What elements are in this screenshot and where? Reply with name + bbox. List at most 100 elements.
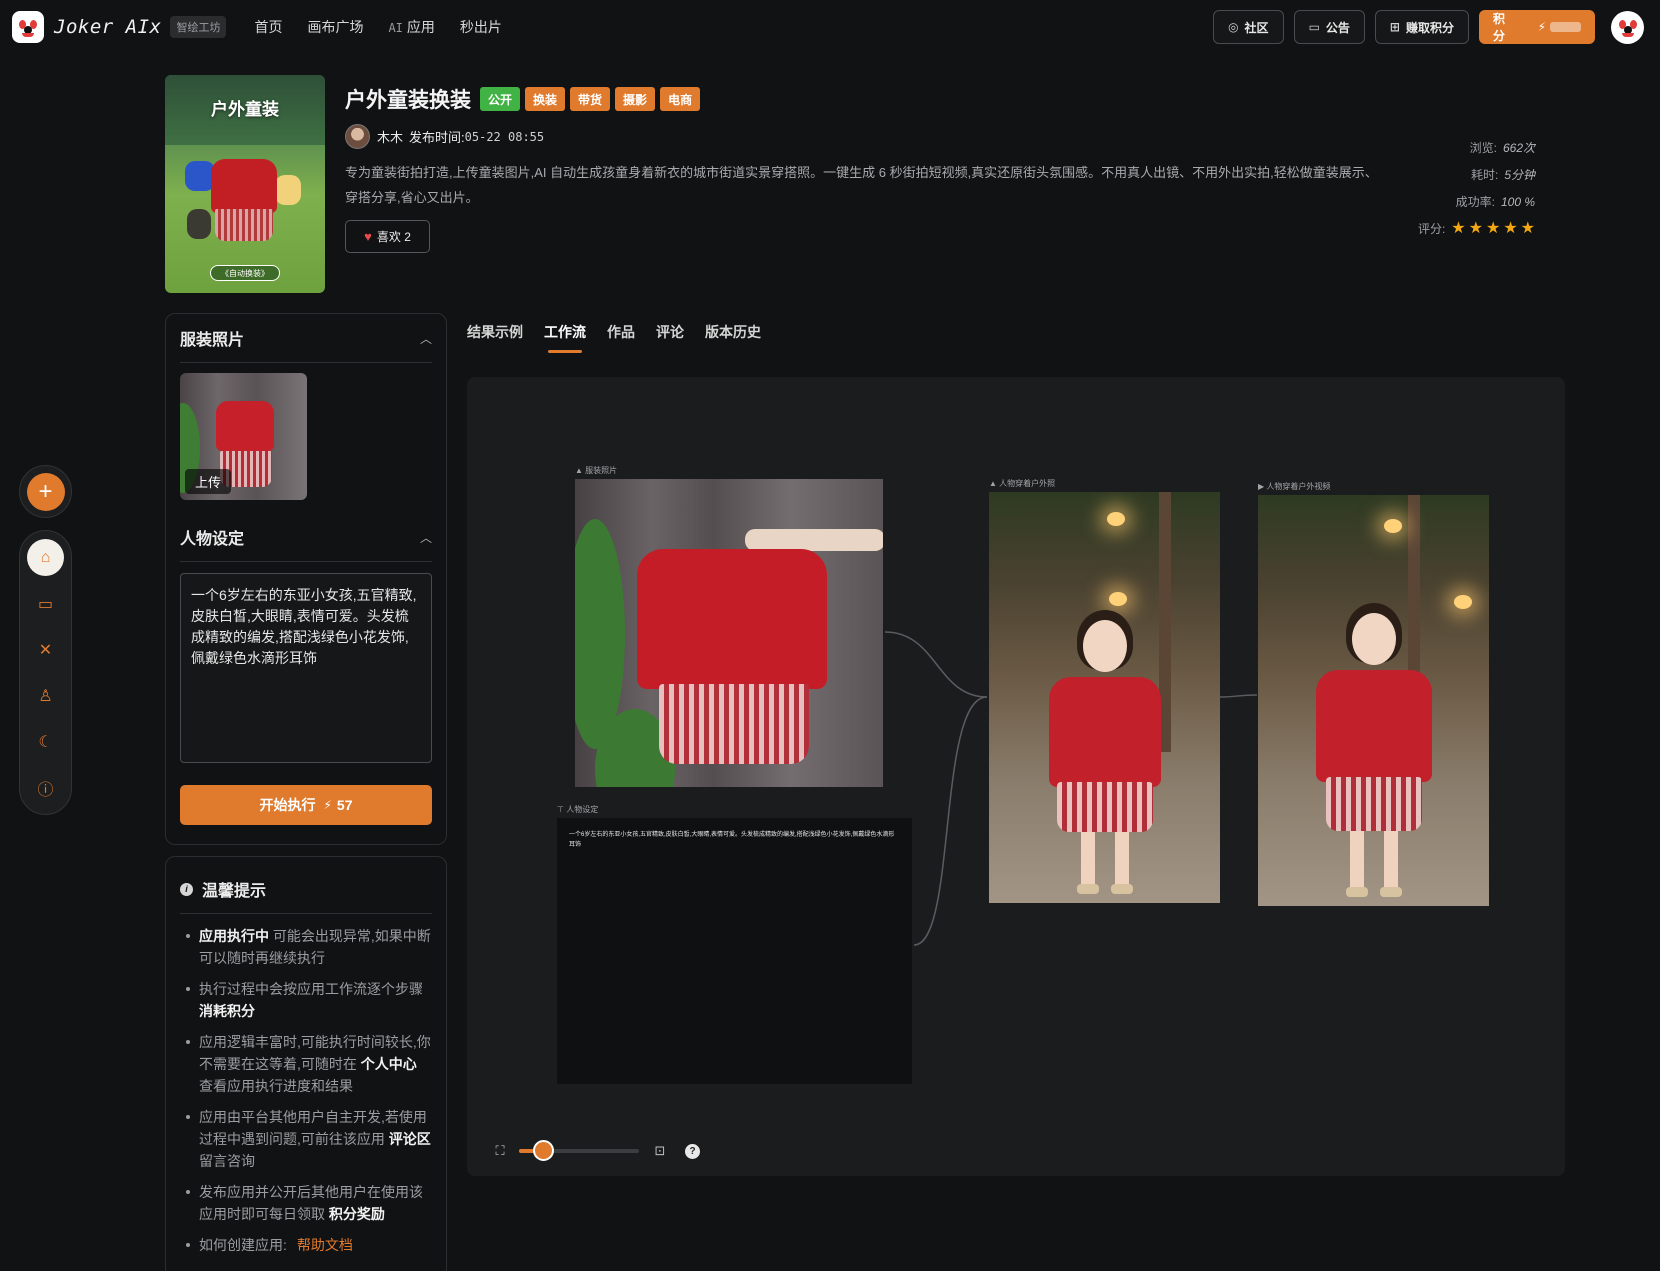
tag-ecommerce: 电商	[660, 87, 701, 111]
help-doc-link[interactable]: 帮助文档	[297, 1237, 353, 1253]
clothing-node-image[interactable]	[575, 479, 883, 787]
run-label: 开始执行	[259, 797, 316, 813]
folder-icon[interactable]: ▭	[27, 585, 64, 622]
star-icon: ★	[1468, 219, 1483, 237]
tip-strong: 评论区	[388, 1131, 431, 1147]
tip-text: 查看应用执行进度和结果	[199, 1078, 353, 1094]
node-label-text: 服装照片	[585, 466, 618, 475]
community-label: 社区	[1244, 20, 1269, 35]
views-label: 浏览:	[1469, 141, 1497, 155]
clothing-section-header[interactable]: 服装照片 ︿	[180, 326, 432, 350]
side-rail: ⌂ ▭ ✕ ♙ ☾ ⓘ	[19, 530, 72, 815]
minimap-icon[interactable]: ⊡	[649, 1143, 671, 1159]
nav-canvas-plaza[interactable]: 画布广场	[307, 17, 363, 37]
announcement-button[interactable]: ▭ 公告	[1293, 10, 1365, 44]
earn-points-button[interactable]: ⊞ 赚取积分	[1374, 10, 1469, 44]
like-button[interactable]: ♥ 喜欢 2	[345, 220, 430, 253]
main-nav: 首页 画布广场 AI 应用 秒出片	[254, 17, 501, 37]
zoom-slider[interactable]	[519, 1140, 639, 1161]
like-count: 2	[404, 229, 411, 244]
tab-comments[interactable]: 评论	[656, 322, 684, 352]
user-icon[interactable]: ♙	[27, 677, 64, 714]
stat-views: 浏览: 662次	[1375, 134, 1535, 161]
moon-icon[interactable]: ☾	[27, 723, 64, 760]
create-button[interactable]: +	[19, 465, 72, 518]
persona-node[interactable]: 一个6岁左右的东亚小女孩,五官精致,皮肤白皙,大眼睛,表情可爱。头发梳成精致的编…	[557, 818, 912, 1084]
tab-results[interactable]: 结果示例	[467, 322, 523, 352]
publish-label: 发布时间:	[409, 130, 465, 145]
workflow-canvas[interactable]: ▲ 服装照片 ⊤ 人物设定 一个6岁左右的东亚小女孩,五官精致,皮肤白皙,大眼睛…	[467, 377, 1565, 1176]
star-icon: ★	[1485, 219, 1501, 237]
community-button[interactable]: ◎ 社区	[1213, 10, 1284, 44]
time-label: 耗时:	[1470, 168, 1499, 182]
run-cost: 57	[336, 797, 353, 813]
brand-area[interactable]: Joker AIx 智绘工坊	[12, 11, 227, 43]
points-value-hidden	[1550, 22, 1581, 32]
author-row: 木木 发布时间: 05-22 08:55	[345, 124, 544, 149]
author-avatar[interactable]	[345, 124, 370, 149]
tip-text: 执行过程中会按应用工作流逐个步骤	[199, 981, 423, 997]
upload-button[interactable]: 上传	[185, 469, 232, 494]
nav-quick-shot[interactable]: 秒出片	[460, 17, 502, 37]
divider	[180, 561, 432, 562]
app-tags: 公开 换装 带货 摄影 电商	[480, 87, 701, 111]
avatar-clown-icon	[1616, 16, 1639, 38]
heart-icon: ♥	[364, 229, 372, 244]
persona-textarea[interactable]: 一个6岁左右的东亚小女孩,五官精致,皮肤白皙,大眼睛,表情可爱。头发梳成精致的编…	[180, 573, 432, 763]
tip-item: 应用由平台其他用户自主开发,若使用过程中遇到问题,可前往该应用 评论区 留言咨询	[184, 1106, 432, 1172]
clothing-upload[interactable]: 上传	[180, 373, 307, 500]
tip-item: 执行过程中会按应用工作流逐个步骤 消耗积分	[184, 978, 432, 1022]
user-avatar[interactable]	[1611, 10, 1644, 44]
like-label: 喜欢	[376, 230, 401, 244]
message-icon: ▭	[1308, 20, 1320, 34]
points-label: 积分	[1493, 12, 1506, 43]
bolt-icon: ⚡	[323, 798, 332, 812]
star-icon: ★	[1451, 219, 1466, 237]
persona-section-header[interactable]: 人物设定 ︿	[180, 525, 432, 549]
output-photo-node[interactable]	[989, 492, 1220, 903]
rating-label: 评分:	[1417, 222, 1446, 236]
connection-line	[913, 696, 988, 946]
nav-home[interactable]: 首页	[254, 17, 282, 37]
logo[interactable]	[12, 11, 44, 43]
tip-strong: 积分奖励	[328, 1206, 385, 1222]
fit-view-icon[interactable]: ⛶	[489, 1143, 511, 1159]
tip-strong: 个人中心	[360, 1056, 417, 1072]
tab-workflow[interactable]: 工作流	[544, 322, 586, 353]
cover-tag: 《自动换装》	[210, 265, 280, 281]
top-navbar: Joker AIx 智绘工坊 首页 画布广场 AI 应用 秒出片 ◎ 社区 ▭ 公…	[0, 0, 1660, 54]
tools-icon[interactable]: ✕	[27, 631, 64, 668]
chevron-up-icon[interactable]: ︿	[420, 330, 432, 347]
tip-strong: 消耗积分	[199, 1003, 255, 1019]
rating-stars: ★ ★ ★ ★ ★	[1451, 219, 1535, 237]
tip-text: 留言咨询	[199, 1153, 255, 1169]
points-button[interactable]: 积分 ⚡	[1479, 10, 1595, 44]
tab-works[interactable]: 作品	[607, 322, 635, 352]
help-icon[interactable]: ?	[685, 1143, 700, 1159]
app-cover-image: 户外童装 《自动换装》	[165, 75, 325, 293]
brand-badge: 智绘工坊	[170, 16, 227, 38]
input-panel: 服装照片 ︿ 上传 人物设定 ︿ 一个6岁左右的东亚小女孩,五官精致,皮肤白皙,…	[165, 313, 447, 845]
alert-icon[interactable]: ⓘ	[27, 769, 64, 806]
cover-title: 户外童装	[211, 100, 279, 119]
tips-title: 温馨提示	[202, 883, 267, 900]
node-label-video: ▶ 人物穿着户外视频	[1258, 482, 1331, 491]
nav-ai-apps[interactable]: AI 应用	[388, 17, 434, 37]
node-label-text: 人物穿着户外视频	[1266, 482, 1331, 491]
output-video-node[interactable]	[1258, 495, 1489, 906]
tab-version-history[interactable]: 版本历史	[705, 322, 761, 352]
node-label-text: 人物设定	[566, 805, 599, 814]
tag-photography: 摄影	[615, 87, 656, 111]
chevron-up-icon[interactable]: ︿	[420, 529, 432, 546]
time-value: 5分钟	[1504, 168, 1535, 182]
success-value: 100 %	[1500, 194, 1535, 209]
tip-item: 应用逻辑丰富时,可能执行时间较长,你不需要在这等着,可随时在 个人中心 查看应用…	[184, 1031, 432, 1097]
zoom-handle[interactable]	[533, 1140, 554, 1161]
nav-apps-label: 应用	[406, 19, 435, 35]
tip-strong: 应用执行中	[199, 928, 269, 944]
star-icon: ★	[1503, 219, 1518, 237]
author-name[interactable]: 木木	[377, 127, 403, 146]
chat-bubble-icon: ◎	[1228, 20, 1239, 34]
run-button[interactable]: 开始执行 ⚡ 57	[180, 785, 432, 825]
home-icon[interactable]: ⌂	[27, 539, 64, 576]
